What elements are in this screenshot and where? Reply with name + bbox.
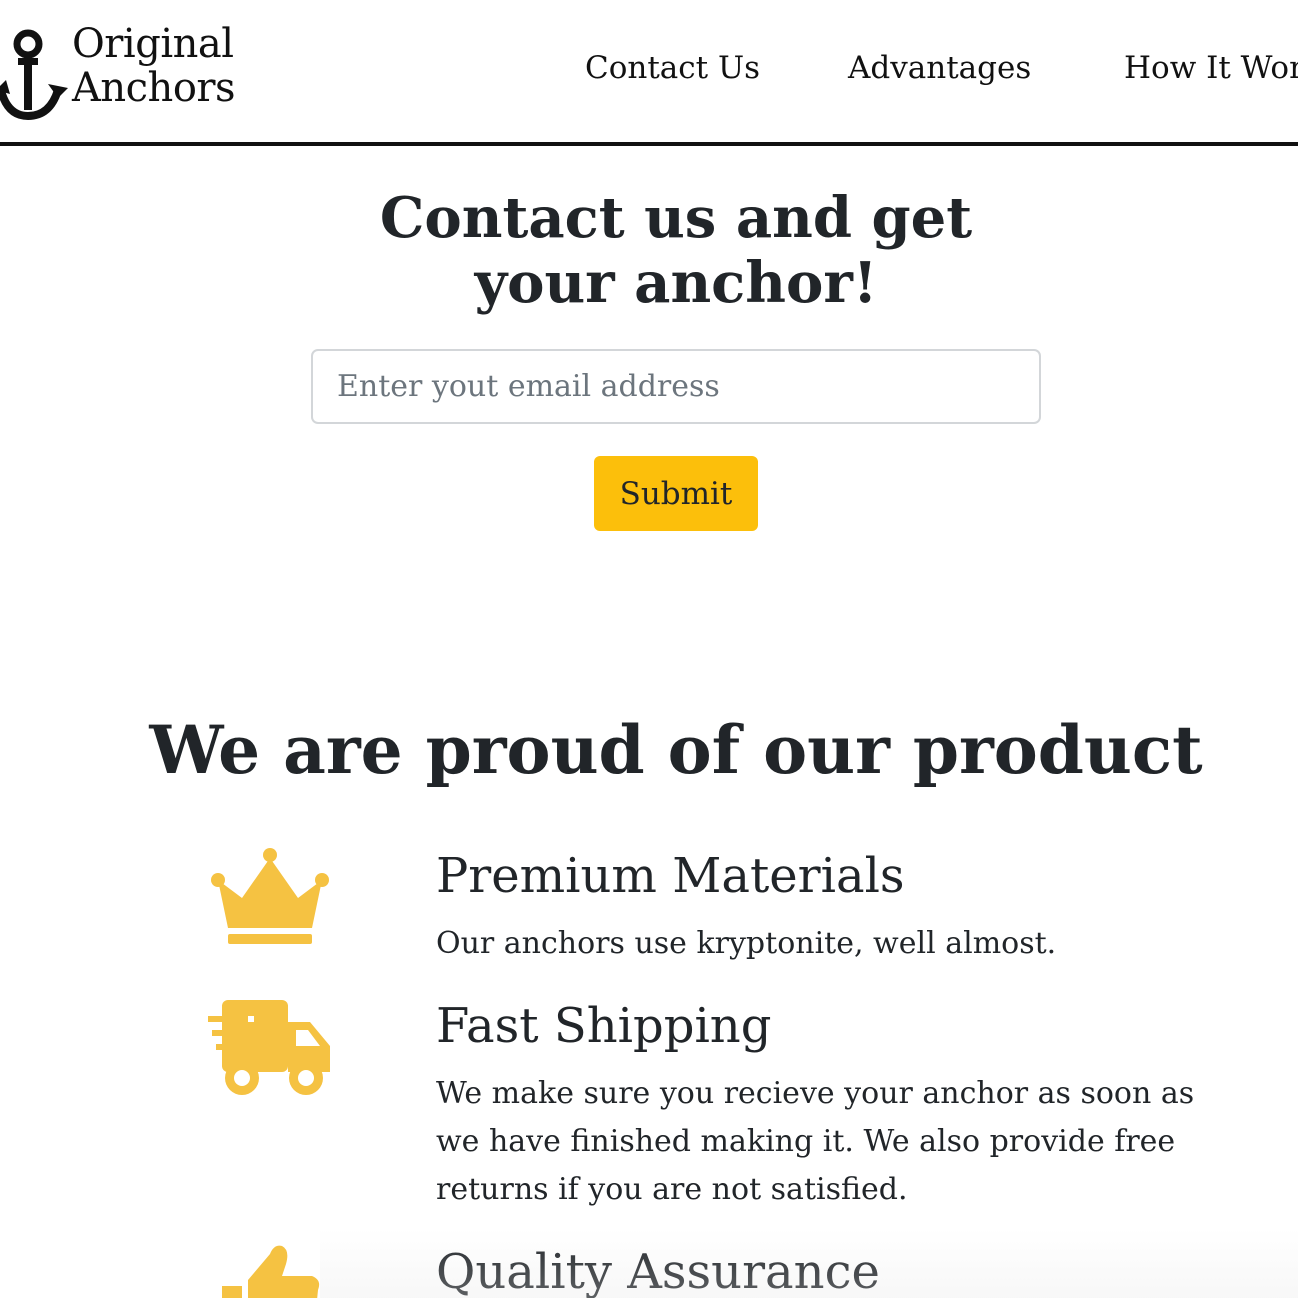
email-input[interactable] [311,349,1041,424]
features-title: We are proud of our product [149,711,1203,789]
main-nav: Contact Us Advantages How It Wor [0,48,1298,92]
nav-link-how-it-works[interactable]: How It Wor [1124,48,1298,88]
nav-link-advantages[interactable]: Advantages [848,48,1031,88]
feature-heading-quality-assurance: Quality Assurance [436,1244,880,1298]
feature-text-fast-shipping: We make sure you recieve your anchor as … [436,1076,1195,1207]
feature-heading-fast-shipping: Fast Shipping [436,998,772,1054]
feature-text-premium-materials: Our anchors use kryptonite, well almost. [436,926,1057,961]
site-header: Original Anchors Contact Us Advantages H… [0,0,1298,146]
nav-link-contact-us[interactable]: Contact Us [585,48,760,88]
feature-heading-premium-materials: Premium Materials [436,848,905,904]
shipping-truck-icon [208,1000,330,1095]
contact-title: Contact us and get your anchor! [379,185,973,316]
submit-button[interactable]: Submit [594,456,758,531]
thumbs-up-icon [222,1245,320,1298]
crown-icon [211,848,329,944]
